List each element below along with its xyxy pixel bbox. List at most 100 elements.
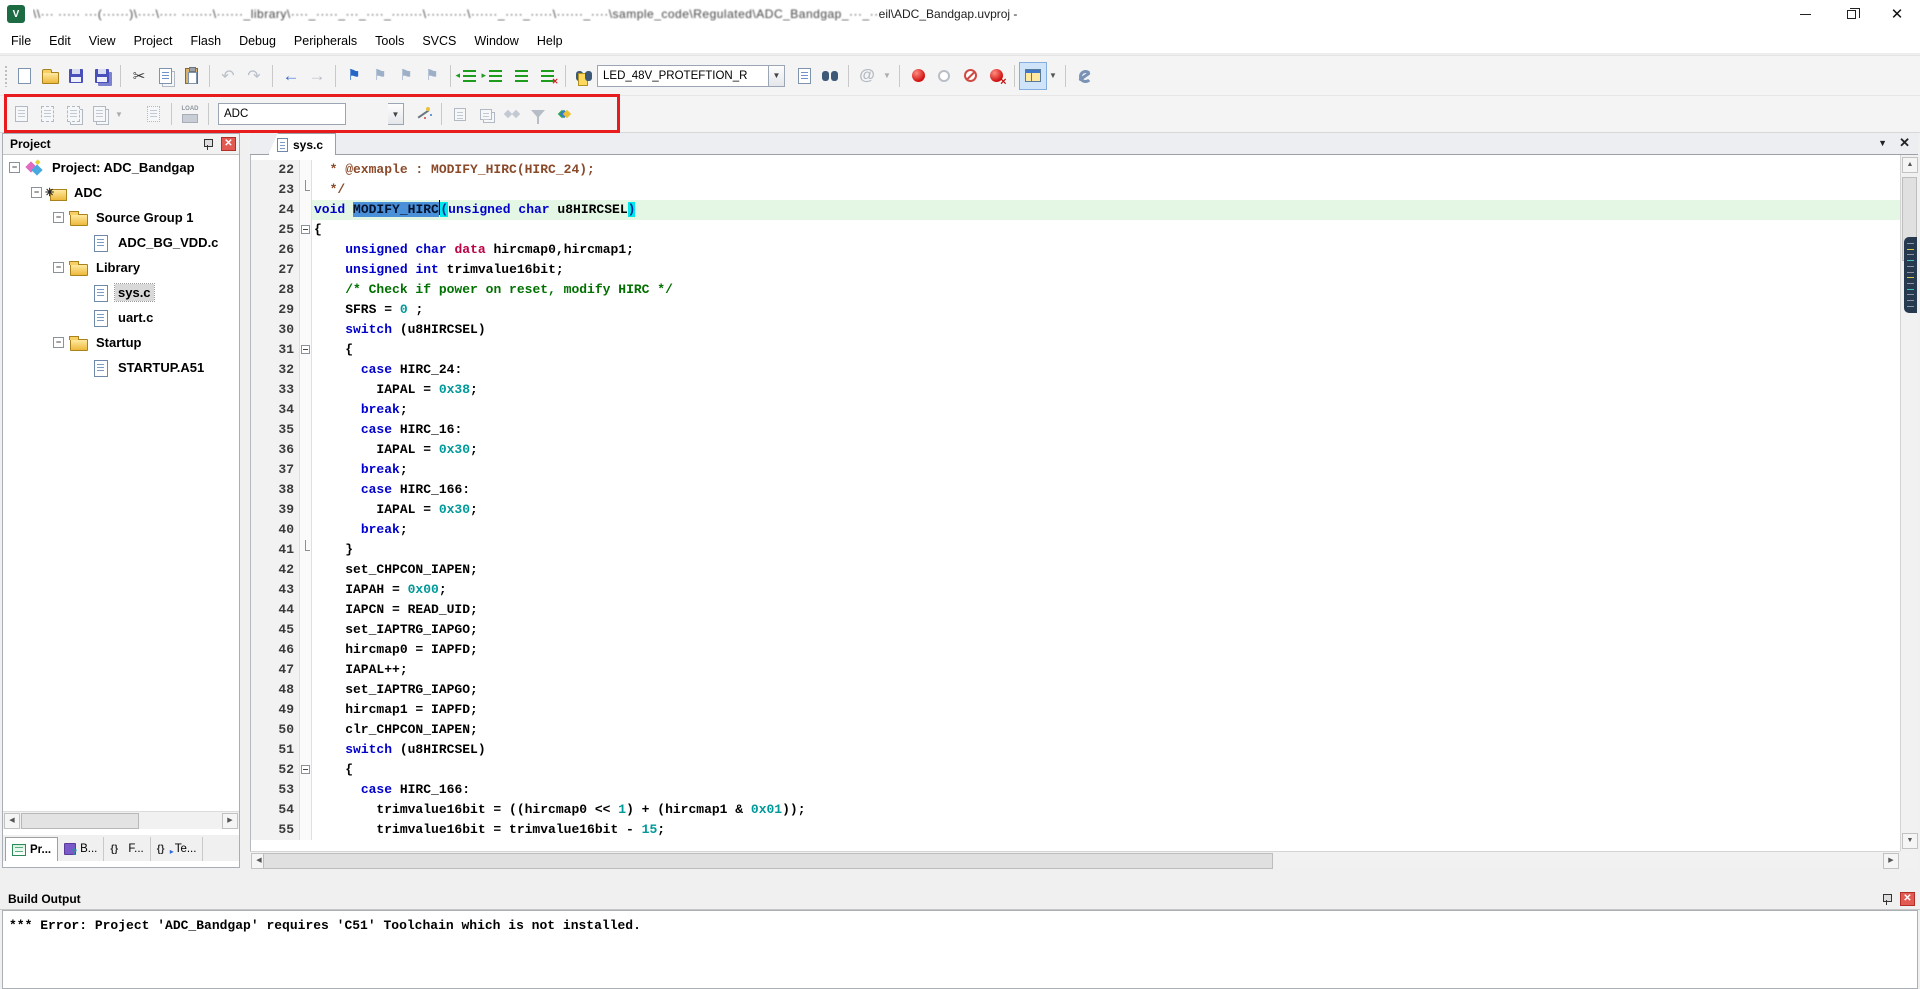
code-line-52[interactable]: 52 { <box>251 760 1900 780</box>
minimize-button[interactable] <box>1782 0 1828 28</box>
code-line-27[interactable]: 27 unsigned int trimvalue16bit; <box>251 260 1900 280</box>
tree-item-adc-bg-vdd-c[interactable]: ADC_BG_VDD.c <box>3 230 239 255</box>
paste-button[interactable] <box>178 63 204 89</box>
enable-breakpoint-button[interactable] <box>931 63 957 89</box>
options-for-target-button[interactable] <box>410 101 436 127</box>
code-line-24[interactable]: 24void MODIFY_HIRC(unsigned char u8HIRCS… <box>251 200 1900 220</box>
window-layout-button[interactable] <box>1020 63 1046 89</box>
code-line-36[interactable]: 36 IAPAL = 0x30; <box>251 440 1900 460</box>
target-select-dropdown[interactable]: ▼ <box>388 103 404 125</box>
menu-project[interactable]: Project <box>125 30 182 52</box>
code-line-47[interactable]: 47 IAPAL++; <box>251 660 1900 680</box>
navigate-back-button[interactable]: ← <box>278 63 304 89</box>
scroll-right-icon[interactable]: ▶ <box>222 813 238 829</box>
navigate-forward-button[interactable]: → <box>304 63 330 89</box>
unindent-button[interactable] <box>456 63 482 89</box>
batch-build-dropdown[interactable]: ▼ <box>112 101 126 127</box>
code-line-43[interactable]: 43 IAPAH = 0x00; <box>251 580 1900 600</box>
fold-margin[interactable] <box>299 340 312 360</box>
flash-tool-button[interactable] <box>447 101 473 127</box>
tree-expander-icon[interactable]: − <box>53 212 64 223</box>
code-line-35[interactable]: 35 case HIRC_16: <box>251 420 1900 440</box>
cut-button[interactable]: ✂ <box>126 63 152 89</box>
workspace-tab-te[interactable]: Te... <box>151 837 204 861</box>
code-editor[interactable]: 22 * @exmaple : MODIFY_HIRC(HIRC_24);23 … <box>250 155 1900 851</box>
tree-item-startup[interactable]: −Startup <box>3 330 239 355</box>
undo-button[interactable]: ↶ <box>215 63 241 89</box>
close-button[interactable]: ✕ <box>1874 0 1920 28</box>
menu-help[interactable]: Help <box>528 30 572 52</box>
search-binoculars-button[interactable] <box>817 63 843 89</box>
toolbar-grip[interactable] <box>4 65 8 87</box>
tab-list-dropdown-icon[interactable]: ▼ <box>1878 138 1887 148</box>
tree-expander-icon[interactable]: − <box>9 162 20 173</box>
open-file-button[interactable] <box>37 63 63 89</box>
code-line-39[interactable]: 39 IAPAL = 0x30; <box>251 500 1900 520</box>
code-line-22[interactable]: 22 * @exmaple : MODIFY_HIRC(HIRC_24); <box>251 160 1900 180</box>
code-line-53[interactable]: 53 case HIRC_166: <box>251 780 1900 800</box>
uncomment-selection-button[interactable] <box>534 63 560 89</box>
tree-item-startup-a51[interactable]: STARTUP.A51 <box>3 355 239 380</box>
rebuild-button[interactable] <box>60 101 86 127</box>
code-line-55[interactable]: 55 trimvalue16bit = trimvalue16bit - 15; <box>251 820 1900 840</box>
tree-item-library[interactable]: −Library <box>3 255 239 280</box>
kill-breakpoints-button[interactable] <box>983 63 1009 89</box>
filter-button[interactable] <box>525 101 551 127</box>
previous-bookmark-button[interactable]: ⚑ <box>367 63 393 89</box>
new-file-button[interactable] <box>11 63 37 89</box>
code-line-42[interactable]: 42 set_CHPCON_IAPEN; <box>251 560 1900 580</box>
build-output-close-button[interactable]: ✕ <box>1900 892 1915 906</box>
build-button[interactable] <box>34 101 60 127</box>
clear-bookmarks-button[interactable]: ⚑ <box>419 63 445 89</box>
workspace-tab-f[interactable]: F... <box>104 837 150 861</box>
download-button[interactable]: LOAD <box>177 101 203 127</box>
quick-search-dropdown[interactable]: ▼ <box>880 63 894 89</box>
editor-scroll-right-icon[interactable]: ▶ <box>1883 853 1899 869</box>
editor-hscroll-thumb[interactable] <box>263 853 1273 869</box>
scrollbar-annotation-widget[interactable] <box>1904 237 1917 313</box>
menu-file[interactable]: File <box>2 30 40 52</box>
tree-item-source-group-1[interactable]: −Source Group 1 <box>3 205 239 230</box>
document-close-icon[interactable]: ✕ <box>1899 136 1910 149</box>
indent-button[interactable] <box>482 63 508 89</box>
code-line-54[interactable]: 54 trimvalue16bit = ((hircmap0 << 1) + (… <box>251 800 1900 820</box>
build-output-log[interactable]: *** Error: Project 'ADC_Bandgap' require… <box>2 910 1918 989</box>
batch-build-button[interactable] <box>86 101 112 127</box>
pin-icon[interactable] <box>201 137 215 151</box>
menu-debug[interactable]: Debug <box>230 30 285 52</box>
project-tree[interactable]: −Project: ADC_Bandgap−ADC−Source Group 1… <box>3 155 239 810</box>
insert-bookmark-button[interactable]: ⚑ <box>341 63 367 89</box>
workspace-tab-b[interactable]: B... <box>58 837 104 861</box>
code-line-44[interactable]: 44 IAPCN = READ_UID; <box>251 600 1900 620</box>
menu-edit[interactable]: Edit <box>40 30 80 52</box>
code-line-28[interactable]: 28 /* Check if power on reset, modify HI… <box>251 280 1900 300</box>
project-panel-hscrollbar[interactable]: ◀ ▶ <box>3 811 239 829</box>
tree-expander-icon[interactable]: − <box>53 337 64 348</box>
code-line-31[interactable]: 31 { <box>251 340 1900 360</box>
menu-flash[interactable]: Flash <box>181 30 230 52</box>
project-panel-close-button[interactable]: ✕ <box>221 137 236 151</box>
workspace-tab-pr[interactable]: Pr... <box>5 837 58 861</box>
code-line-46[interactable]: 46 hircmap0 = IAPFD; <box>251 640 1900 660</box>
code-line-49[interactable]: 49 hircmap1 = IAPFD; <box>251 700 1900 720</box>
save-button[interactable] <box>63 63 89 89</box>
menu-view[interactable]: View <box>80 30 125 52</box>
code-line-37[interactable]: 37 break; <box>251 460 1900 480</box>
redo-button[interactable]: ↷ <box>241 63 267 89</box>
search-combo-dropdown[interactable]: ▼ <box>769 65 785 87</box>
tree-expander-icon[interactable]: − <box>31 187 42 198</box>
insert-breakpoint-button[interactable] <box>905 63 931 89</box>
code-line-38[interactable]: 38 case HIRC_166: <box>251 480 1900 500</box>
copy-button[interactable] <box>152 63 178 89</box>
code-line-26[interactable]: 26 unsigned char data hircmap0,hircmap1; <box>251 240 1900 260</box>
code-line-29[interactable]: 29 SFRS = 0 ; <box>251 300 1900 320</box>
code-line-25[interactable]: 25{ <box>251 220 1900 240</box>
comment-selection-button[interactable] <box>508 63 534 89</box>
code-line-33[interactable]: 33 IAPAL = 0x38; <box>251 380 1900 400</box>
code-line-45[interactable]: 45 set_IAPTRG_IAPGO; <box>251 620 1900 640</box>
scroll-down-icon[interactable]: ▼ <box>1902 833 1918 849</box>
scroll-left-icon[interactable]: ◀ <box>4 813 20 829</box>
build-output-pin-icon[interactable] <box>1880 892 1894 906</box>
file-extensions-button[interactable] <box>473 101 499 127</box>
save-all-button[interactable] <box>89 63 115 89</box>
